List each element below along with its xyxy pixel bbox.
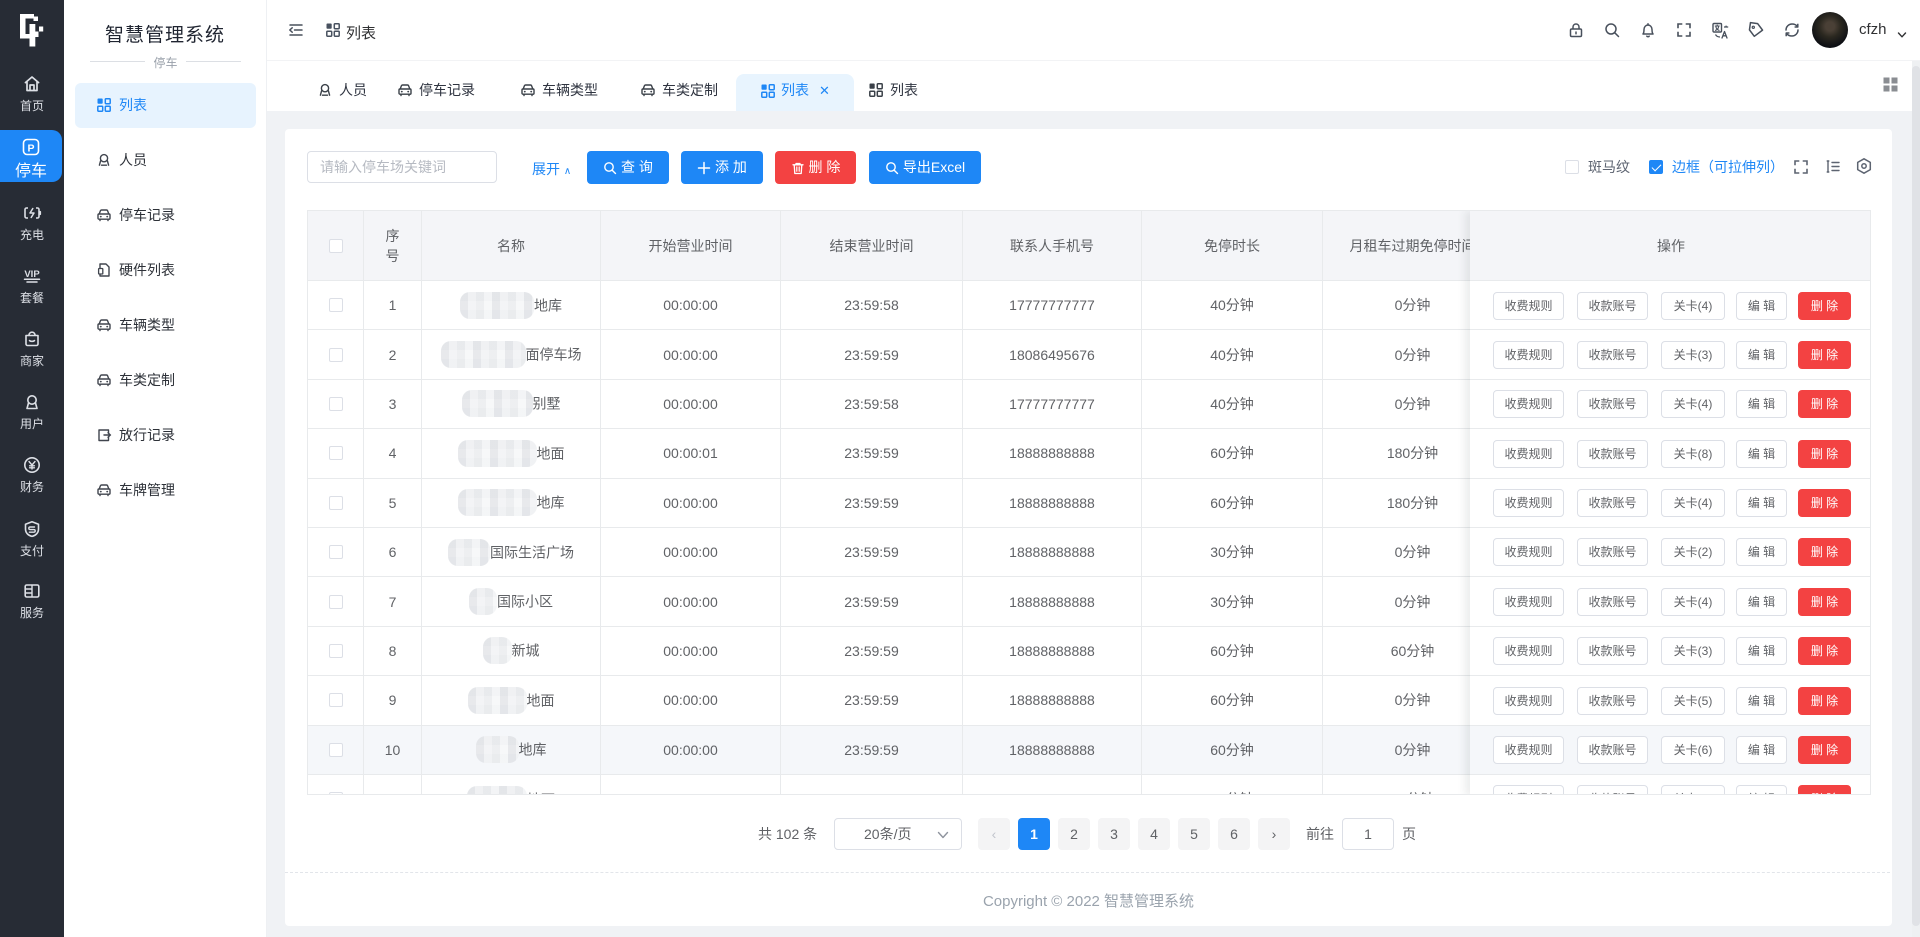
svg-text:P: P: [27, 142, 34, 154]
svg-text:VIP: VIP: [24, 269, 40, 280]
